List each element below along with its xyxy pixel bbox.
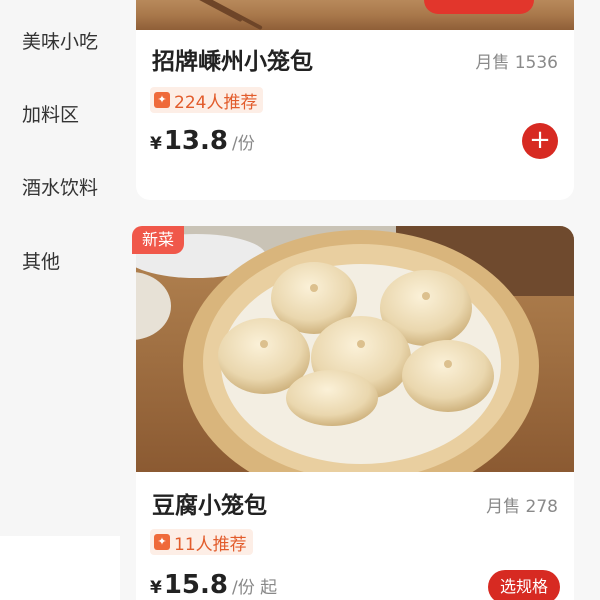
recommend-count: 224人推荐 <box>174 92 258 113</box>
sidebar-item-other[interactable]: 其他 <box>22 247 60 274</box>
category-sidebar: 美味小吃 加料区 酒水饮料 其他 <box>0 0 120 536</box>
price: ¥ 15.8 /份 起 <box>150 570 277 600</box>
currency-symbol: ¥ <box>150 578 162 598</box>
product-title: 招牌嵊州小笼包 <box>152 49 313 75</box>
price-value: 13.8 <box>163 126 228 156</box>
product-title: 豆腐小笼包 <box>152 493 267 519</box>
add-to-cart-button[interactable]: + <box>522 123 558 159</box>
price: ¥ 13.8 /份 <box>150 126 255 156</box>
new-dish-badge: 新菜 <box>132 226 184 254</box>
price-value: 15.8 <box>163 570 228 600</box>
promo-ribbon <box>424 0 534 14</box>
product-card[interactable]: 招牌嵊州小笼包 月售 1536 ✦ 224人推荐 ¥ 13.8 /份 + <box>136 0 574 200</box>
product-card[interactable]: 豆腐小笼包 月售 278 ✦ 11人推荐 ¥ 15.8 /份 起 <box>136 226 574 600</box>
thumbs-icon: ✦ <box>154 92 170 108</box>
product-image <box>136 226 574 472</box>
recommend-badge: ✦ 11人推荐 <box>150 529 253 555</box>
product-list: 招牌嵊州小笼包 月售 1536 ✦ 224人推荐 ¥ 13.8 /份 + 豆腐小… <box>120 0 600 600</box>
monthly-sales: 月售 278 <box>486 497 558 517</box>
product-image <box>136 0 574 31</box>
recommend-badge: ✦ 224人推荐 <box>150 87 264 113</box>
sidebar-item-add-ons[interactable]: 加料区 <box>22 100 79 127</box>
thumbs-icon: ✦ <box>154 534 170 550</box>
currency-symbol: ¥ <box>150 134 162 154</box>
monthly-sales: 月售 1536 <box>475 53 558 73</box>
price-unit: /份 起 <box>232 578 278 598</box>
price-unit: /份 <box>232 134 255 154</box>
choose-spec-button[interactable]: 选规格 <box>488 570 560 600</box>
recommend-count: 11人推荐 <box>174 534 247 555</box>
sidebar-item-drinks[interactable]: 酒水饮料 <box>22 173 98 200</box>
sidebar-item-snacks[interactable]: 美味小吃 <box>22 27 98 54</box>
